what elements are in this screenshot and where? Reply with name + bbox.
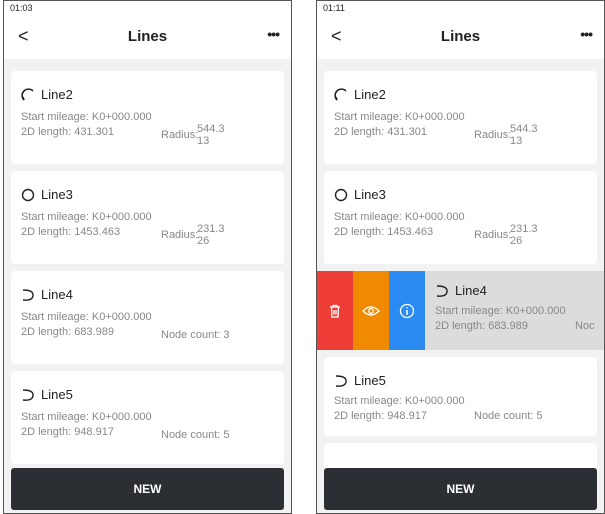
more-menu-button[interactable]: ••• (267, 26, 280, 42)
eye-icon (362, 305, 380, 316)
start-mileage: Start mileage: K0+000.000 (334, 211, 465, 223)
length-2d: 2D length: 431.301 (21, 126, 114, 138)
length-2d: 2D length: 1453.463 (21, 226, 121, 238)
length-2d: 2D length: 431.301 (334, 126, 427, 138)
radius-label: Radius: (161, 129, 199, 141)
radius-label: Radius: (474, 229, 512, 241)
info-icon (399, 303, 415, 318)
trash-icon (330, 304, 340, 318)
circle-icon (334, 188, 348, 201)
line-name: Line4 (41, 287, 73, 302)
length-2d: 2D length: 948.917 (21, 426, 114, 438)
line-card-line5[interactable]: Line5 Start mileage: K0+000.000 2D lengt… (324, 357, 597, 436)
node-count: Node count: 5 (161, 429, 230, 441)
line-name: Line5 (41, 387, 73, 402)
arc-icon (334, 87, 347, 101)
line-name: Line4 (455, 283, 487, 298)
node-count-truncated: Noc (575, 320, 595, 332)
delete-button[interactable] (317, 271, 353, 350)
line-name: Line2 (354, 87, 386, 102)
app-bar: < Lines ••• (317, 15, 604, 59)
phone-screen-left: 01:03 < Lines ••• Line2 Start mileage: K… (3, 0, 292, 514)
start-mileage: Start mileage: K0+000.000 (21, 111, 152, 123)
node-count: Node count: 5 (474, 410, 543, 422)
lines-list: Line2 Start mileage: K0+000.000 2D lengt… (11, 71, 284, 508)
line-name: Line2 (41, 87, 73, 102)
line-name: Line3 (41, 187, 73, 202)
curve-icon (22, 288, 34, 301)
start-mileage: Start mileage: K0+000.000 (21, 211, 152, 223)
page-title: Lines (440, 28, 481, 45)
radius-value: 231.326 (197, 223, 225, 247)
new-button[interactable]: NEW (324, 468, 597, 510)
info-button[interactable] (389, 271, 425, 350)
circle-icon (21, 188, 35, 201)
start-mileage: Start mileage: K0+000.000 (21, 411, 152, 423)
line-card-line2[interactable]: Line2 Start mileage: K0+000.000 2D lengt… (324, 71, 597, 164)
phone-screen-right: 01:11 < Lines ••• Line2 Start mileage: K… (316, 0, 605, 514)
radius-value: 544.313 (510, 123, 538, 147)
length-2d: 2D length: 683.989 (435, 320, 528, 332)
line-card-line3[interactable]: Line3 Start mileage: K0+000.000 2D lengt… (324, 171, 597, 264)
length-2d: 2D length: 1453.463 (334, 226, 434, 238)
length-2d: 2D length: 683.989 (21, 326, 114, 338)
start-mileage: Start mileage: K0+000.000 (435, 305, 566, 317)
node-count: Node count: 3 (161, 329, 230, 341)
page-title: Lines (127, 28, 168, 45)
more-menu-button[interactable]: ••• (580, 26, 593, 42)
radius-value: 544.313 (197, 123, 225, 147)
arc-icon (21, 87, 34, 101)
line-name: Line5 (354, 373, 386, 388)
length-2d: 2D length: 948.917 (334, 410, 427, 422)
swiped-card-content: Line4 Start mileage: K0+000.000 2D lengt… (425, 271, 604, 350)
start-mileage: Start mileage: K0+000.000 (21, 311, 152, 323)
line-card-line2[interactable]: Line2 Start mileage: K0+000.000 2D lengt… (11, 71, 284, 164)
status-bar-time: 01:03 (4, 1, 291, 15)
radius-value: 231.326 (510, 223, 538, 247)
line-card-line4[interactable]: Line4 Start mileage: K0+000.000 2D lengt… (11, 271, 284, 364)
curve-icon (335, 374, 347, 387)
line-name: Line3 (354, 187, 386, 202)
start-mileage: Start mileage: K0+000.000 (334, 395, 465, 407)
start-mileage: Start mileage: K0+000.000 (334, 111, 465, 123)
app-bar: < Lines ••• (4, 15, 291, 59)
curve-icon (22, 388, 34, 401)
line-card-line5[interactable]: Line5 Start mileage: K0+000.000 2D lengt… (11, 371, 284, 464)
line-card-line4-swiped[interactable]: Line4 Start mileage: K0+000.000 2D lengt… (317, 271, 604, 350)
new-button[interactable]: NEW (11, 468, 284, 510)
status-bar-time: 01:11 (317, 1, 604, 15)
lines-list: Line2 Start mileage: K0+000.000 2D lengt… (317, 71, 604, 480)
curve-icon (436, 284, 448, 297)
radius-label: Radius: (474, 129, 512, 141)
line-card-line3[interactable]: Line3 Start mileage: K0+000.000 2D lengt… (11, 171, 284, 264)
view-button[interactable] (353, 271, 389, 350)
radius-label: Radius: (161, 229, 199, 241)
